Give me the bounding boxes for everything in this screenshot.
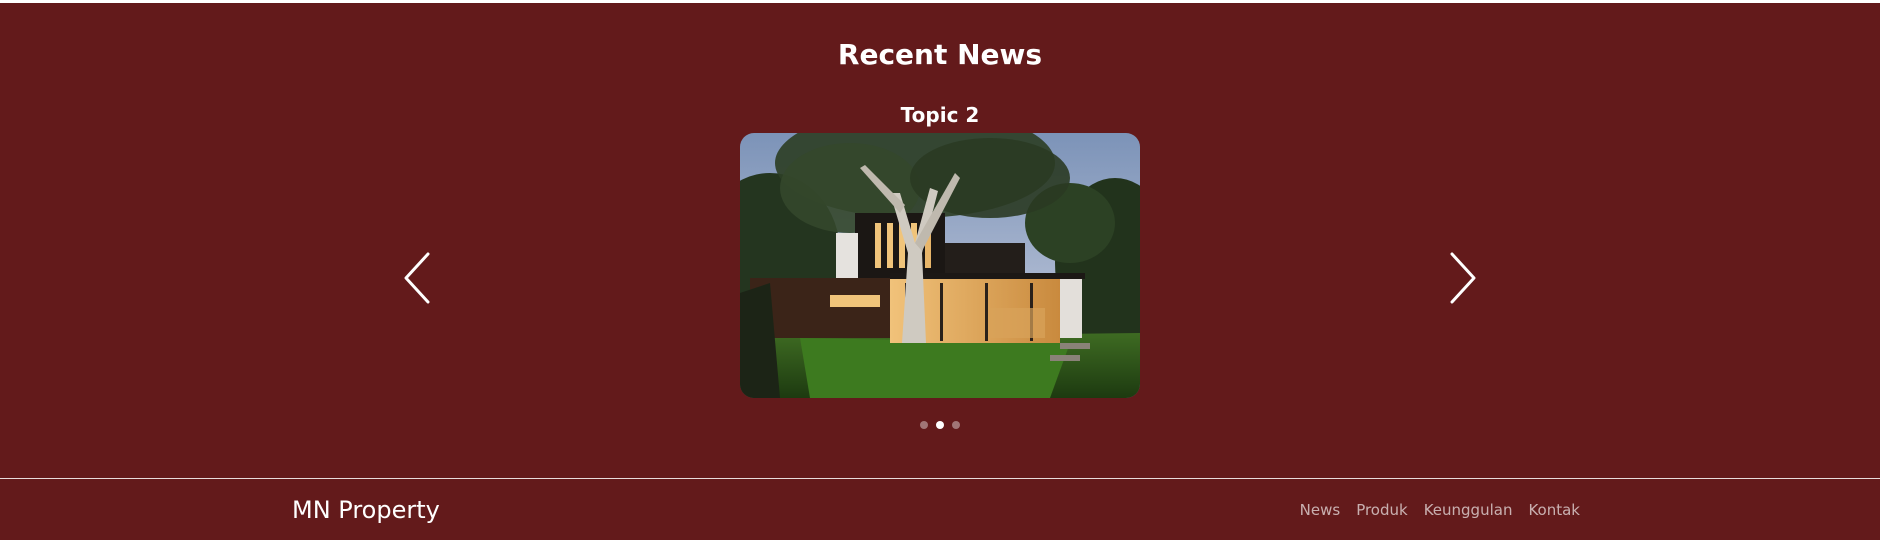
chevron-left-icon (404, 252, 430, 304)
carousel-prev-button[interactable] (398, 250, 438, 306)
footer: MN Property News Produk Keunggulan Konta… (0, 478, 1880, 540)
carousel-indicators (0, 421, 1880, 429)
footer-link-keunggulan[interactable]: Keunggulan (1424, 499, 1513, 521)
section-heading: Recent News (837, 38, 1043, 71)
footer-link-kontak[interactable]: Kontak (1528, 499, 1580, 521)
footer-link-produk[interactable]: Produk (1356, 499, 1408, 521)
carousel-next-button[interactable] (1442, 250, 1482, 306)
carousel-dot-3[interactable] (952, 421, 960, 429)
footer-link-news[interactable]: News (1300, 499, 1341, 521)
carousel-dot-1[interactable] (920, 421, 928, 429)
chevron-right-icon (1450, 252, 1476, 304)
recent-news-section: Recent News Topic 2 (0, 3, 1880, 478)
slide-image[interactable] (740, 133, 1140, 398)
slide-title: Topic 2 (900, 103, 980, 127)
footer-nav: News Produk Keunggulan Kontak (1300, 499, 1580, 521)
footer-brand: MN Property (292, 496, 440, 524)
carousel-dot-2[interactable] (936, 421, 944, 429)
modern-house-photo (740, 133, 1140, 398)
